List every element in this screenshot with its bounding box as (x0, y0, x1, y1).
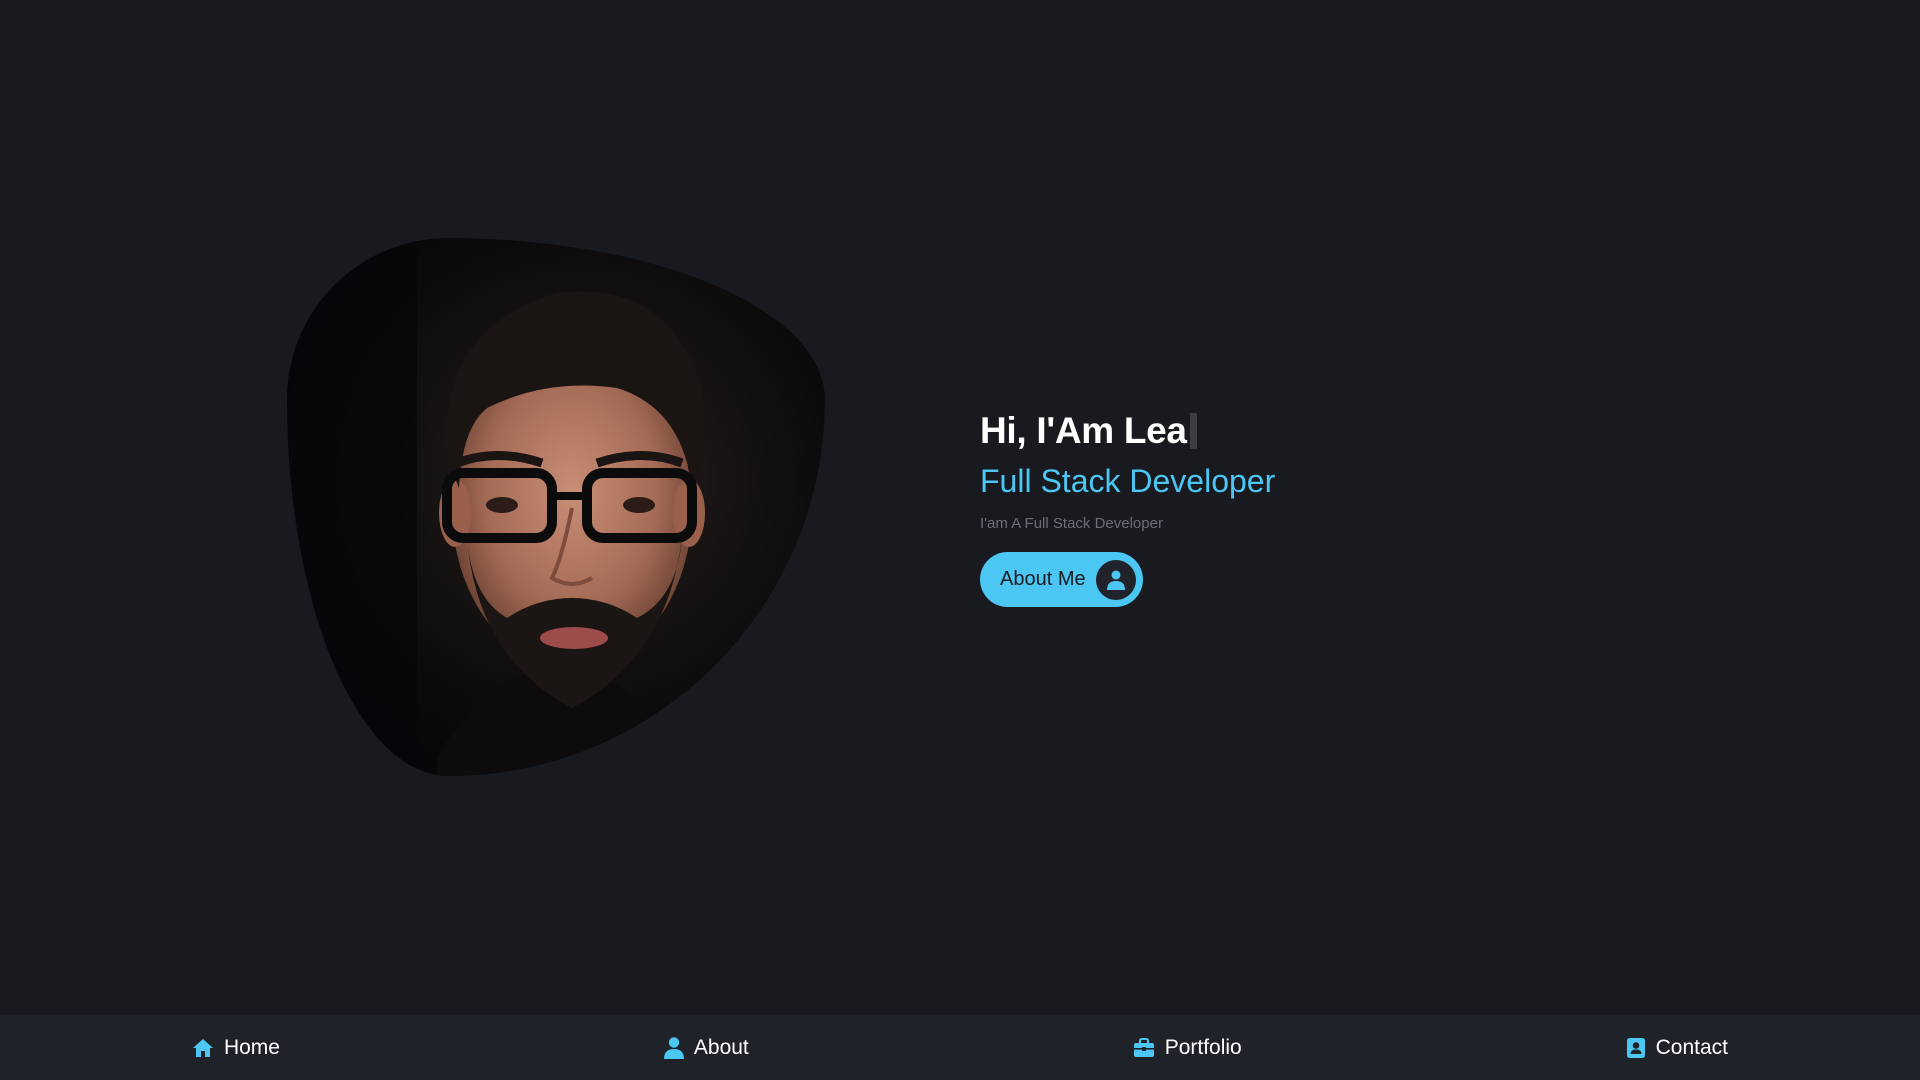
user-icon (1095, 559, 1136, 600)
nav-item-label: Portfolio (1164, 1035, 1242, 1059)
bottom-nav: Home About Portfolio Contact (0, 1015, 1920, 1080)
hero-title: Hi, I'Am Lea (980, 405, 1275, 457)
home-icon (192, 1038, 214, 1058)
hero-role: Full Stack Developer (980, 463, 1276, 499)
nav-item-portfolio[interactable]: Portfolio (1133, 1036, 1242, 1060)
about-me-button-label: About Me (1000, 568, 1086, 590)
nav-item-label: About (693, 1035, 749, 1059)
contact-card-icon (1626, 1037, 1646, 1059)
nav-item-contact[interactable]: Contact (1626, 1036, 1728, 1060)
profile-photo (287, 238, 825, 776)
about-me-button[interactable]: About Me (980, 552, 1143, 607)
portrait-illustration (287, 238, 706, 776)
page: Hi, I'Am Lea Full Stack Developer I'am A… (0, 0, 1920, 1080)
typing-cursor (1189, 413, 1197, 449)
nav-item-label: Home (223, 1035, 280, 1059)
briefcase-icon (1133, 1037, 1155, 1058)
hero-section: Hi, I'Am Lea Full Stack Developer I'am A… (980, 405, 1275, 607)
nav-item-label: Contact (1655, 1035, 1729, 1059)
user-icon (663, 1036, 684, 1059)
nav-item-home[interactable]: Home (192, 1036, 280, 1060)
hero-subtitle: I'am A Full Stack Developer (980, 515, 1163, 532)
hero-title-text: Hi, I'Am Lea (980, 410, 1187, 451)
nav-item-about[interactable]: About (663, 1035, 749, 1060)
